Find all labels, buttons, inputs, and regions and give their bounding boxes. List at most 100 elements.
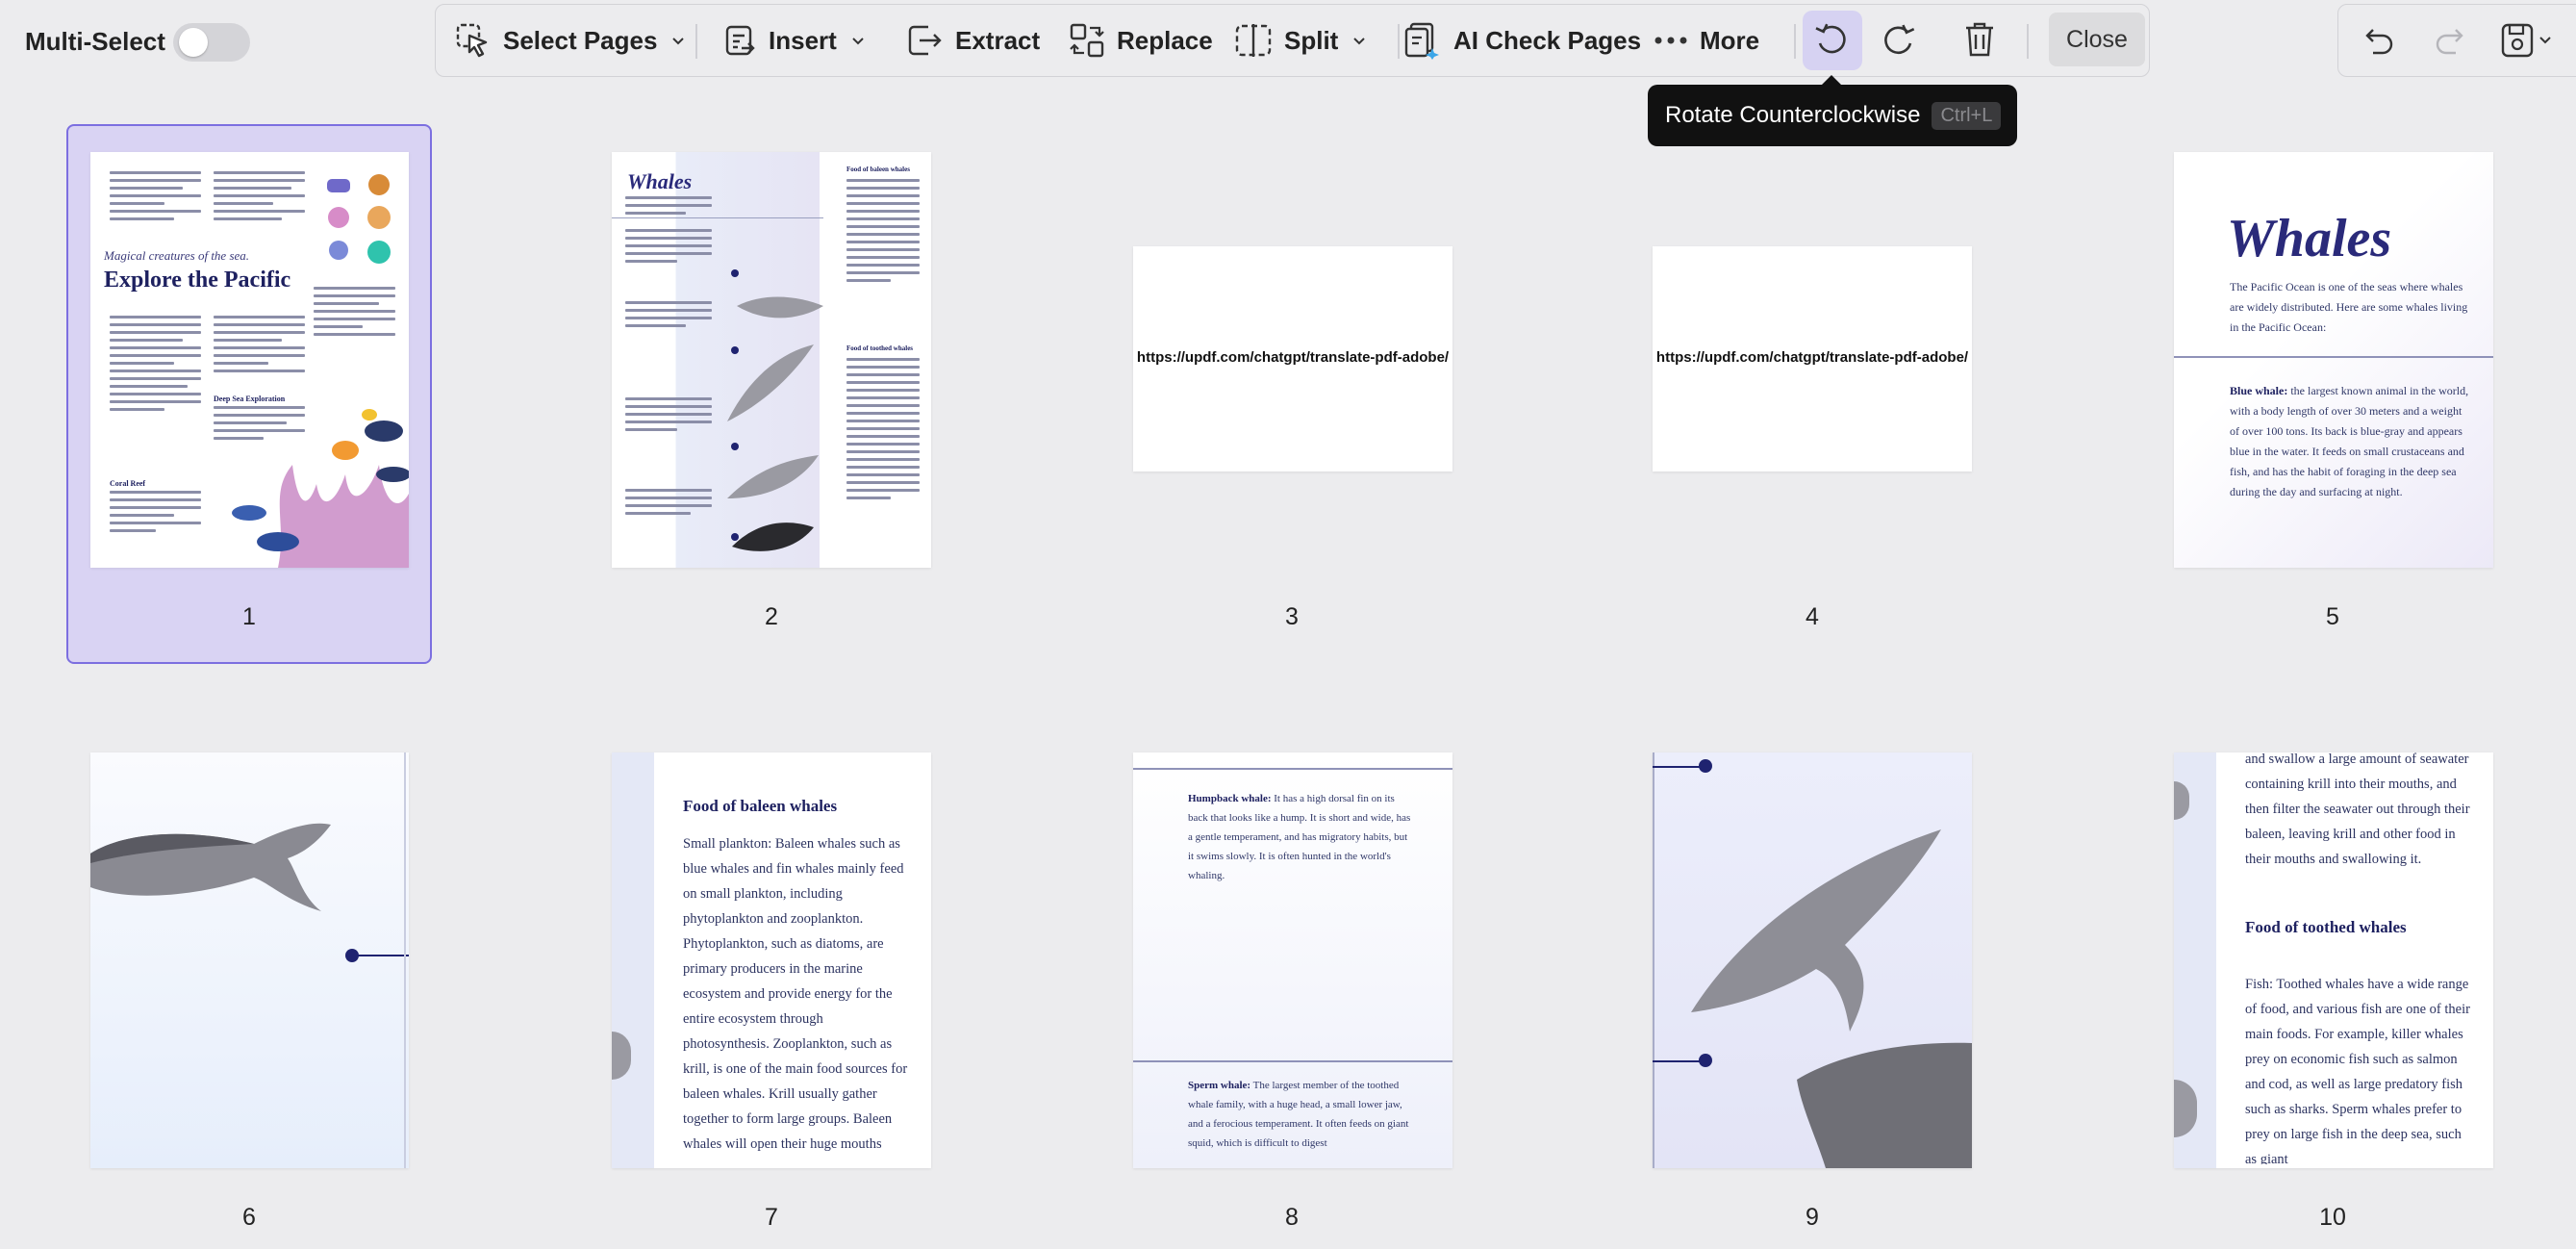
page-thumbnail-5[interactable]: Whales The Pacific Ocean is one of the s…: [2174, 152, 2493, 568]
redo-button[interactable]: [2433, 24, 2465, 62]
term-body: It has a high dorsal fin on its back tha…: [1188, 793, 1411, 881]
select-pages-button[interactable]: Select Pages: [455, 5, 686, 76]
undo-icon: [2365, 29, 2393, 55]
multi-select-toggle[interactable]: [173, 23, 250, 62]
term-label: Sperm whale:: [1188, 1080, 1251, 1091]
chevron-down-icon: [1351, 33, 1367, 48]
page-url-text: https://updf.com/chatgpt/translate-pdf-a…: [1136, 349, 1450, 366]
rotate-counterclockwise-icon: [1814, 22, 1851, 64]
body-paragraph: Humpback whale: It has a high dorsal fin…: [1188, 789, 1414, 885]
text-block: [625, 229, 712, 268]
rotate-clockwise-button[interactable]: [1879, 22, 1917, 64]
connector-dot: [1699, 759, 1712, 773]
select-pages-label: Select Pages: [503, 25, 658, 55]
delete-button[interactable]: [1963, 20, 1996, 64]
page-title: Whales: [2227, 209, 2392, 268]
rotate-counterclockwise-button[interactable]: [1803, 11, 1862, 70]
rotate-clockwise-icon: [1879, 24, 1917, 63]
more-label: More: [1700, 25, 1760, 55]
split-button[interactable]: Split: [1234, 5, 1367, 76]
divider: [1133, 768, 1452, 770]
split-icon: [1234, 22, 1273, 59]
undo-button[interactable]: [2363, 24, 2396, 62]
toolbar-divider: [2027, 24, 2029, 59]
replace-button[interactable]: Replace: [1069, 5, 1213, 76]
side-strip: [612, 752, 654, 1168]
page-number: 4: [1806, 603, 1819, 630]
body-paragraph: and swallow a large amount of seawater c…: [2245, 752, 2470, 867]
term-label: Blue whale:: [2230, 384, 2288, 397]
toolbar: Multi-Select Select Pages Insert Extract: [0, 0, 2576, 85]
term-label: Humpback whale:: [1188, 793, 1272, 804]
edge-line: [1653, 752, 1654, 1168]
rotate-counterclockwise-tooltip: Rotate Counterclockwise Ctrl+L: [1648, 75, 2017, 146]
section-heading: Food of toothed whales: [2245, 918, 2407, 936]
body-paragraph: Small plankton: Baleen whales such as bl…: [683, 836, 908, 1152]
text-block: [110, 171, 201, 225]
ai-check-pages-label: AI Check Pages: [1453, 25, 1642, 55]
divider: [1133, 1060, 1452, 1062]
humpback-whale-illustration: [1681, 791, 1972, 1168]
page-thumbnail-4[interactable]: https://updf.com/chatgpt/translate-pdf-a…: [1653, 246, 1972, 472]
body-paragraph: Fish: Toothed whales have a wide range o…: [2245, 977, 2470, 1164]
text-block: [214, 316, 305, 377]
save-icon: [2501, 23, 2551, 58]
term-body: the largest known animal in the world, w…: [2230, 384, 2469, 498]
section-heading: Coral Reef: [110, 479, 146, 488]
coral-illustration: [319, 171, 401, 272]
divider: [2174, 356, 2493, 358]
extract-button[interactable]: Extract: [905, 5, 1040, 76]
page-number: 1: [242, 603, 256, 630]
page-thumbnail-6[interactable]: [90, 752, 409, 1168]
connector-line: [352, 955, 409, 956]
more-button[interactable]: More: [1654, 5, 1759, 76]
more-dots-icon: [1654, 36, 1688, 45]
multi-select-label: Multi-Select: [25, 27, 165, 56]
page-thumbnail-1[interactable]: Magical creatures of the sea. Explore th…: [90, 152, 409, 568]
intro-paragraph: The Pacific Ocean is one of the seas whe…: [2230, 280, 2468, 334]
page-number: 7: [765, 1204, 778, 1231]
text-block: [846, 179, 920, 287]
ai-check-pages-button[interactable]: AI Check Pages: [1403, 5, 1641, 76]
whale-illustration: [90, 791, 379, 930]
page-tools-group: Select Pages Insert Extract Replace Spli…: [435, 4, 2150, 77]
split-label: Split: [1284, 25, 1339, 55]
toolbar-divider: [695, 24, 697, 59]
whales-illustration: [708, 210, 833, 561]
reef-fish-illustration: [201, 407, 409, 568]
history-group: [2337, 4, 2576, 77]
redo-icon: [2436, 29, 2463, 55]
chevron-down-icon: [850, 33, 866, 48]
text-block: [625, 301, 712, 332]
page-thumbnail-9[interactable]: [1653, 752, 1972, 1168]
text-block: [846, 358, 920, 504]
save-button[interactable]: [2500, 22, 2554, 64]
extract-label: Extract: [955, 25, 1041, 55]
page-thumbnail-7[interactable]: Food of baleen whales Small plankton: Ba…: [612, 752, 931, 1168]
page-thumbnail-3[interactable]: https://updf.com/chatgpt/translate-pdf-a…: [1133, 246, 1452, 472]
page-url-text: https://updf.com/chatgpt/translate-pdf-a…: [1655, 349, 1969, 366]
insert-label: Insert: [769, 25, 837, 55]
insert-icon: [722, 23, 757, 58]
section-heading: Food of baleen whales: [846, 166, 910, 173]
toggle-knob: [179, 28, 208, 57]
page-title: Whales: [627, 169, 693, 193]
ai-check-icon: [1403, 21, 1442, 60]
close-label: Close: [2066, 25, 2128, 53]
body-paragraph: Sperm whale: The largest member of the t…: [1188, 1076, 1414, 1166]
page-number: 5: [2326, 603, 2339, 630]
section-heading: Food of baleen whales: [683, 797, 838, 815]
insert-button[interactable]: Insert: [722, 5, 866, 76]
page-thumbnail-10[interactable]: and swallow a large amount of seawater c…: [2174, 752, 2493, 1168]
section-heading: Deep Sea Exploration: [214, 395, 286, 403]
text-block: [625, 397, 712, 436]
tooltip-text: Rotate Counterclockwise: [1665, 102, 1921, 128]
page-thumbnail-2[interactable]: Whales Food of baleen whales Food of too…: [612, 152, 931, 568]
close-button[interactable]: Close: [2049, 13, 2145, 66]
page-number: 9: [1806, 1204, 1819, 1231]
page-thumbnail-8[interactable]: Humpback whale: It has a high dorsal fin…: [1133, 752, 1452, 1168]
section-heading: Food of toothed whales: [846, 344, 914, 352]
connector-dot: [345, 949, 359, 962]
page-number: 8: [1285, 1204, 1299, 1231]
page-number: 10: [2319, 1204, 2346, 1231]
